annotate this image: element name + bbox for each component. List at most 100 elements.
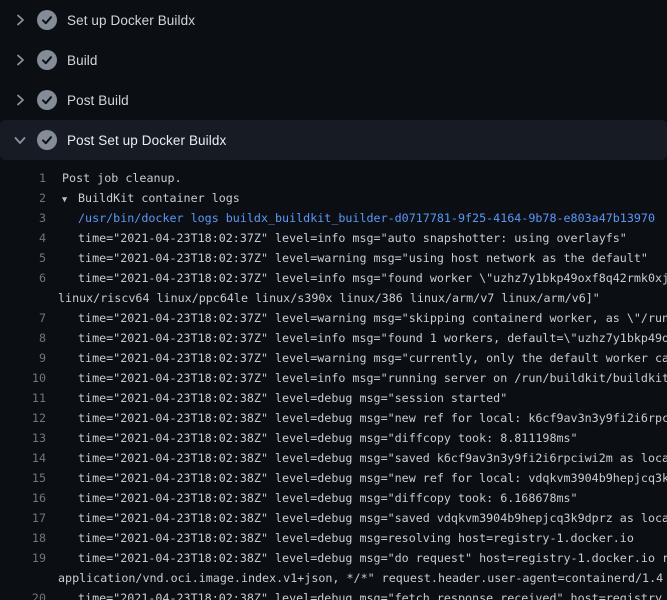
chevron-down-icon <box>12 132 28 148</box>
group-collapse-icon[interactable]: ▼ <box>62 190 78 208</box>
log-line-text: time="2021-04-23T18:02:38Z" level=debug … <box>46 408 667 428</box>
log-line: 1 Post job cleanup. <box>0 168 667 188</box>
log-line-content: time="2021-04-23T18:02:37Z" level=warnin… <box>78 311 667 325</box>
log-line: 7 time="2021-04-23T18:02:37Z" level=warn… <box>0 308 667 328</box>
log-line-text: time="2021-04-23T18:02:38Z" level=debug … <box>46 428 578 448</box>
log-line-number[interactable]: 15 <box>0 468 46 488</box>
log-line-number[interactable]: 11 <box>0 388 46 408</box>
log-line-content: time="2021-04-23T18:02:37Z" level=info m… <box>78 331 667 345</box>
log-line-text: time="2021-04-23T18:02:38Z" level=debug … <box>46 488 578 508</box>
log-line-content: /usr/bin/docker logs buildx_buildkit_bui… <box>78 211 655 225</box>
log-line-content: Post job cleanup. <box>62 171 182 185</box>
log-line: application/vnd.oci.image.index.v1+json,… <box>0 568 667 588</box>
log-line: 17 time="2021-04-23T18:02:38Z" level=deb… <box>0 508 667 528</box>
log-line-number[interactable]: 7 <box>0 308 46 328</box>
step-label: Post Build <box>67 93 129 108</box>
log-line-content: time="2021-04-23T18:02:38Z" level=debug … <box>78 491 578 505</box>
log-line-text: time="2021-04-23T18:02:37Z" level=info m… <box>46 368 667 388</box>
step-header[interactable]: Post Build <box>0 80 667 120</box>
log-line-number[interactable]: 4 <box>0 228 46 248</box>
log-line-text: time="2021-04-23T18:02:38Z" level=debug … <box>46 548 667 568</box>
log-line-content: time="2021-04-23T18:02:37Z" level=info m… <box>78 231 627 245</box>
log-line-content: time="2021-04-23T18:02:38Z" level=debug … <box>78 531 634 545</box>
log-line-number[interactable]: 6 <box>0 268 46 288</box>
check-circle-icon <box>37 130 57 150</box>
chevron-right-icon <box>12 92 28 108</box>
log-line-number[interactable]: 9 <box>0 348 46 368</box>
log-line: 15 time="2021-04-23T18:02:38Z" level=deb… <box>0 468 667 488</box>
log-line-text: time="2021-04-23T18:02:38Z" level=debug … <box>46 388 507 408</box>
log-line-content: time="2021-04-23T18:02:38Z" level=debug … <box>78 471 667 485</box>
log-line: 3 /usr/bin/docker logs buildx_buildkit_b… <box>0 208 667 228</box>
log-line: 8 time="2021-04-23T18:02:37Z" level=info… <box>0 328 667 348</box>
log-line: 16 time="2021-04-23T18:02:38Z" level=deb… <box>0 488 667 508</box>
log-line-text: time="2021-04-23T18:02:38Z" level=debug … <box>46 448 667 468</box>
log-line-text: time="2021-04-23T18:02:38Z" level=debug … <box>46 508 667 528</box>
log-line-number[interactable] <box>0 288 46 308</box>
log-line-text: application/vnd.oci.image.index.v1+json,… <box>46 568 663 588</box>
log-line-content: time="2021-04-23T18:02:38Z" level=debug … <box>78 411 667 425</box>
log-line-number[interactable]: 18 <box>0 528 46 548</box>
log-line: 12 time="2021-04-23T18:02:38Z" level=deb… <box>0 408 667 428</box>
log-line: 11 time="2021-04-23T18:02:38Z" level=deb… <box>0 388 667 408</box>
log-line-number[interactable] <box>0 568 46 588</box>
log-line-text: time="2021-04-23T18:02:37Z" level=info m… <box>46 228 627 248</box>
log-line-text: time="2021-04-23T18:02:38Z" level=debug … <box>46 528 634 548</box>
log-line-number[interactable]: 12 <box>0 408 46 428</box>
log-line: 10 time="2021-04-23T18:02:37Z" level=inf… <box>0 368 667 388</box>
steps-list: Set up Docker Buildx Build P <box>0 0 667 160</box>
actions-log-viewer: Set up Docker Buildx Build P <box>0 0 667 600</box>
log-line-number[interactable]: 14 <box>0 448 46 468</box>
log-line-number[interactable]: 16 <box>0 488 46 508</box>
log-area: 1 Post job cleanup. 2 ▼BuildKit containe… <box>0 160 667 600</box>
log-line: 5 time="2021-04-23T18:02:37Z" level=warn… <box>0 248 667 268</box>
log-line-text: time="2021-04-23T18:02:38Z" level=debug … <box>46 588 662 600</box>
log-line-content: time="2021-04-23T18:02:38Z" level=debug … <box>78 451 667 465</box>
log-line: 2 ▼BuildKit container logs <box>0 188 667 208</box>
chevron-right-icon <box>12 12 28 28</box>
log-line-text: time="2021-04-23T18:02:37Z" level=warnin… <box>46 248 648 268</box>
log-line-text: ▼BuildKit container logs <box>46 188 240 208</box>
log-line-text: time="2021-04-23T18:02:37Z" level=warnin… <box>46 348 667 368</box>
log-line-text: time="2021-04-23T18:02:37Z" level=info m… <box>46 268 667 288</box>
log-line-number[interactable]: 8 <box>0 328 46 348</box>
step-label: Set up Docker Buildx <box>67 13 195 28</box>
log-line-number[interactable]: 2 <box>0 188 46 208</box>
log-line-number[interactable]: 13 <box>0 428 46 448</box>
log-line-number[interactable]: 10 <box>0 368 46 388</box>
log-line-number[interactable]: 17 <box>0 508 46 528</box>
step-header[interactable]: Build <box>0 40 667 80</box>
log-line-number[interactable]: 1 <box>0 168 46 188</box>
log-line: 9 time="2021-04-23T18:02:37Z" level=warn… <box>0 348 667 368</box>
log-line-text: linux/riscv64 linux/ppc64le linux/s390x … <box>46 288 600 308</box>
log-line-text: Post job cleanup. <box>46 168 182 188</box>
log-line: 6 time="2021-04-23T18:02:37Z" level=info… <box>0 268 667 288</box>
log-line-text: time="2021-04-23T18:02:38Z" level=debug … <box>46 468 667 488</box>
log-line-content: time="2021-04-23T18:02:38Z" level=debug … <box>78 511 667 525</box>
log-line: 13 time="2021-04-23T18:02:38Z" level=deb… <box>0 428 667 448</box>
step-header[interactable]: Set up Docker Buildx <box>0 0 667 40</box>
step-header[interactable]: Post Set up Docker Buildx <box>0 120 667 160</box>
check-circle-icon <box>37 50 57 70</box>
check-circle-icon <box>37 10 57 30</box>
check-circle-icon <box>37 90 57 110</box>
log-line-number[interactable]: 3 <box>0 208 46 228</box>
log-line-content: BuildKit container logs <box>78 191 240 205</box>
log-line: 4 time="2021-04-23T18:02:37Z" level=info… <box>0 228 667 248</box>
step-label: Post Set up Docker Buildx <box>67 133 226 148</box>
log-line-content: time="2021-04-23T18:02:38Z" level=debug … <box>78 551 667 565</box>
log-line-content: time="2021-04-23T18:02:37Z" level=warnin… <box>78 251 648 265</box>
log-line-number[interactable]: 5 <box>0 248 46 268</box>
log-line-number[interactable]: 19 <box>0 548 46 568</box>
chevron-right-icon <box>12 52 28 68</box>
log-line-text: time="2021-04-23T18:02:37Z" level=warnin… <box>46 308 667 328</box>
log-line-number[interactable]: 20 <box>0 588 46 600</box>
log-line-content: time="2021-04-23T18:02:37Z" level=info m… <box>78 271 667 285</box>
log-line-content: time="2021-04-23T18:02:38Z" level=debug … <box>78 431 578 445</box>
log-line: 18 time="2021-04-23T18:02:38Z" level=deb… <box>0 528 667 548</box>
log-line: 14 time="2021-04-23T18:02:38Z" level=deb… <box>0 448 667 468</box>
log-line-content: application/vnd.oci.image.index.v1+json,… <box>58 571 663 585</box>
log-line: linux/riscv64 linux/ppc64le linux/s390x … <box>0 288 667 308</box>
log-line-content: time="2021-04-23T18:02:38Z" level=debug … <box>78 591 662 600</box>
log-line-text: /usr/bin/docker logs buildx_buildkit_bui… <box>46 208 655 228</box>
